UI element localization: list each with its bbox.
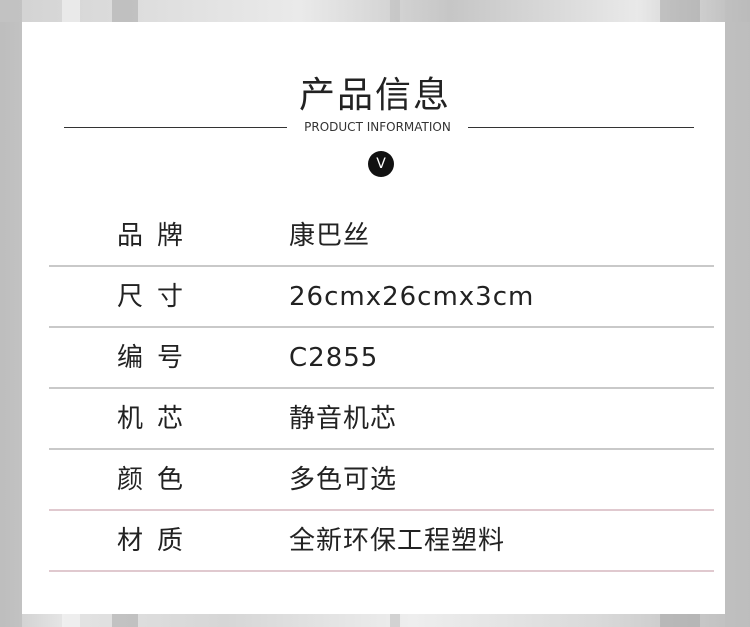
spec-value: 多色可选 — [289, 465, 398, 495]
page-subtitle: PRODUCT INFORMATION — [304, 120, 451, 134]
divider-line — [468, 127, 694, 128]
spec-label: 材质 — [117, 526, 198, 556]
spec-label: 机芯 — [117, 404, 198, 434]
spec-label: 品牌 — [117, 221, 198, 251]
spec-table: 品牌 康巴丝 尺寸 26cmx26cmx3cm 编号 C2855 机芯 静音机芯… — [49, 206, 714, 572]
spec-label: 尺寸 — [117, 282, 198, 312]
spec-row-brand: 品牌 康巴丝 — [49, 206, 714, 267]
spec-value: C2855 — [289, 343, 379, 373]
spec-label: 编号 — [117, 343, 198, 373]
row-divider — [49, 570, 714, 572]
subtitle-banner: PRODUCT INFORMATION — [64, 118, 694, 136]
spec-row-movement: 机芯 静音机芯 — [49, 389, 714, 450]
spec-value: 静音机芯 — [289, 404, 398, 434]
chevron-badge-icon: V — [368, 151, 394, 177]
spec-row-model: 编号 C2855 — [49, 328, 714, 389]
spec-row-material: 材质 全新环保工程塑料 — [49, 511, 714, 572]
spec-value: 康巴丝 — [289, 221, 371, 251]
divider-line — [64, 127, 287, 128]
page-title: 产品信息 — [298, 75, 451, 116]
spec-row-size: 尺寸 26cmx26cmx3cm — [49, 267, 714, 328]
spec-row-color: 颜色 多色可选 — [49, 450, 714, 511]
spec-value: 全新环保工程塑料 — [289, 526, 506, 556]
spec-value: 26cmx26cmx3cm — [289, 282, 535, 312]
spec-label: 颜色 — [117, 465, 198, 495]
